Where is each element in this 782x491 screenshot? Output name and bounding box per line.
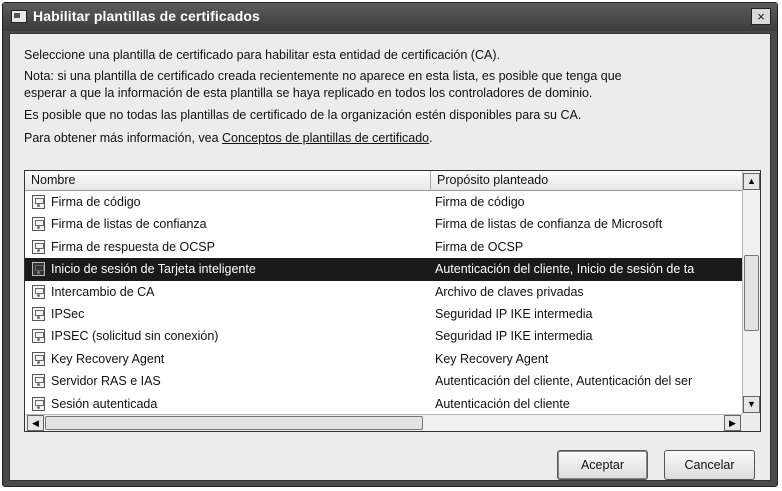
row-purpose: Seguridad IP IKE intermedia — [435, 329, 593, 344]
more-info-suffix: . — [429, 131, 433, 145]
concepts-link[interactable]: Conceptos de plantillas de certificado — [222, 131, 429, 145]
row-purpose: Seguridad IP IKE intermedia — [435, 306, 593, 321]
close-button[interactable]: × — [751, 8, 771, 25]
scroll-right-button[interactable]: ▶ — [724, 415, 741, 431]
scroll-left-button[interactable]: ◀ — [27, 415, 44, 431]
horizontal-scrollbar[interactable]: ◀ ▶ — [25, 414, 743, 431]
row-name: Inicio de sesión de Tarjeta inteligente — [51, 262, 256, 277]
column-header-purpose[interactable]: Propósito planteado — [431, 171, 743, 191]
table-row[interactable]: IPSEC (solicitud sin conexión) Seguridad … — [25, 325, 743, 347]
window-app-icon — [11, 10, 27, 23]
scroll-up-button[interactable]: ▲ — [743, 173, 760, 190]
row-name: Firma de listas de confianza — [51, 217, 207, 232]
list-rows: Firma de código Firma de código Firma de l… — [25, 191, 743, 415]
table-row[interactable]: Firma de listas de confianza Firma de lis… — [25, 213, 743, 235]
row-purpose: Autenticación del cliente, Autenticación… — [435, 374, 693, 389]
certificate-template-icon — [32, 239, 45, 254]
vertical-scrollbar[interactable]: ▲ ▼ — [742, 171, 760, 415]
template-list[interactable]: Nombre Propósito planteado Firma de códi… — [24, 170, 761, 432]
table-row[interactable]: IPSec Seguridad IP IKE intermedia — [25, 303, 743, 325]
certificate-template-icon — [32, 396, 45, 411]
column-header-name[interactable]: Nombre — [25, 171, 431, 191]
vertical-scroll-thumb[interactable] — [744, 255, 759, 331]
row-name: Servidor RAS e IAS — [51, 374, 161, 389]
table-row[interactable]: Firma de respuesta de OCSP Firma de OCSP — [25, 236, 743, 258]
scroll-down-button[interactable]: ▼ — [743, 396, 760, 413]
intro-text-select: Seleccione una plantilla de certificado … — [24, 48, 500, 62]
table-row[interactable]: Intercambio de CA Archivo de claves priva… — [25, 281, 743, 303]
certificate-template-icon — [32, 217, 45, 232]
row-name: IPSec — [51, 306, 85, 321]
certificate-template-icon — [32, 195, 45, 209]
accept-button[interactable]: Aceptar — [557, 450, 648, 480]
window-title: Habilitar plantillas de certificados — [33, 8, 260, 24]
title-bar[interactable]: Habilitar plantillas de certificados × — [3, 3, 777, 31]
row-purpose: Firma de listas de confianza de Microsof… — [435, 217, 663, 232]
row-purpose: Autenticación del cliente, Inicio de ses… — [435, 262, 695, 277]
certificate-template-icon — [32, 351, 45, 366]
row-name: IPSEC (solicitud sin conexión) — [51, 329, 219, 344]
row-name: Intercambio de CA — [51, 284, 155, 299]
cancel-button[interactable]: Cancelar — [664, 450, 755, 480]
table-row[interactable]: Firma de código Firma de código — [25, 191, 743, 213]
row-name: Firma de código — [51, 195, 141, 209]
intro-text-availability: Es posible que no todas las plantillas d… — [24, 108, 582, 122]
certificate-template-icon — [32, 284, 45, 299]
row-purpose: Firma de OCSP — [435, 239, 524, 254]
table-row[interactable]: Key Recovery Agent Key Recovery Agent — [25, 348, 743, 370]
dialog-window: Habilitar plantillas de certificados × S… — [2, 2, 778, 487]
row-name: Firma de respuesta de OCSP — [51, 239, 215, 254]
table-row[interactable]: Sesión autenticada Autenticación del clie… — [25, 393, 743, 415]
more-info-prefix: Para obtener más información, vea — [24, 131, 223, 145]
certificate-template-icon — [32, 329, 45, 344]
scrollbar-corner — [742, 414, 760, 431]
intro-text-note-2: esperar a que la información de esta pla… — [24, 86, 593, 100]
row-purpose: Key Recovery Agent — [435, 351, 549, 366]
list-header: Nombre Propósito planteado — [25, 171, 743, 191]
table-row[interactable]: Inicio de sesión de Tarjeta inteligente A… — [25, 258, 743, 281]
dialog-body: Seleccione una plantilla de certificado … — [9, 33, 771, 481]
row-purpose: Firma de código — [435, 195, 525, 209]
certificate-template-icon — [32, 262, 45, 277]
horizontal-scroll-thumb[interactable] — [45, 416, 423, 430]
row-name: Key Recovery Agent — [51, 351, 165, 366]
table-row[interactable]: Servidor RAS e IAS Autenticación del clie… — [25, 370, 743, 392]
row-name: Sesión autenticada — [51, 396, 158, 411]
row-purpose: Autenticación del cliente — [435, 396, 570, 411]
row-purpose: Archivo de claves privadas — [435, 284, 584, 299]
intro-text-note-1: Nota: si una plantilla de certificado cr… — [24, 69, 622, 83]
intro-text-more-info: Para obtener más información, vea Concep… — [24, 131, 433, 145]
certificate-template-icon — [32, 374, 45, 389]
certificate-template-icon — [32, 306, 45, 321]
